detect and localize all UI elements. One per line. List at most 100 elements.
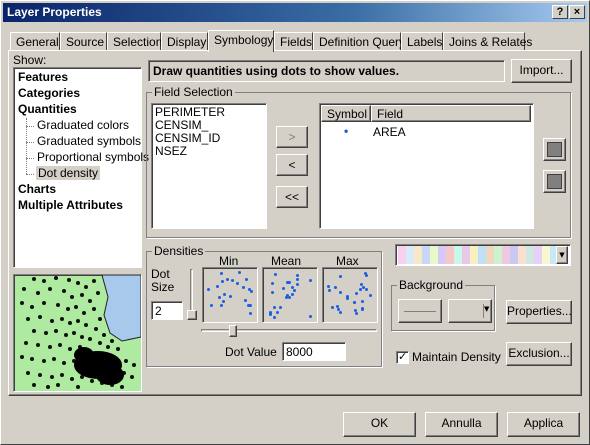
import-button[interactable]: Import... — [511, 59, 572, 83]
color-ramp-select[interactable]: ▼ — [395, 244, 571, 266]
field-name-cell: AREA — [373, 125, 406, 139]
dot-size-slider-handle[interactable] — [187, 310, 197, 320]
density-dot — [221, 280, 224, 283]
show-tree: Features Categories Quantities Graduated… — [13, 67, 149, 268]
density-dot — [245, 278, 248, 281]
table-row[interactable]: • AREA — [321, 124, 532, 140]
density-slider-handle[interactable] — [229, 325, 237, 337]
properties-button[interactable]: Properties... — [506, 300, 572, 324]
density-dot — [250, 290, 253, 293]
symbol-move-up-button[interactable] — [543, 138, 566, 161]
tree-multiple-attributes[interactable]: Multiple Attributes — [18, 198, 123, 212]
density-dot — [247, 304, 250, 307]
symbol-move-down-button[interactable] — [543, 170, 566, 193]
mean-label: Mean — [271, 254, 302, 268]
density-dot — [334, 286, 337, 289]
density-dot — [276, 311, 279, 314]
chevron-down-icon[interactable]: ▼ — [556, 246, 568, 264]
dot-symbol-icon[interactable]: • — [344, 124, 348, 138]
density-dot — [360, 283, 363, 286]
tree-graduated-colors[interactable]: Graduated colors — [37, 118, 129, 132]
min-label: Min — [219, 254, 239, 268]
density-dot — [339, 311, 342, 314]
tab-source[interactable]: Source — [60, 32, 107, 51]
tab-general[interactable]: General — [10, 32, 60, 51]
density-dot — [354, 309, 357, 312]
background-outline-button[interactable] — [398, 299, 442, 323]
description-box: Draw quantities using dots to show value… — [148, 60, 505, 82]
density-dot — [282, 287, 285, 290]
tab-symbology[interactable]: Symbology — [208, 30, 274, 52]
list-item[interactable]: NSEZ — [155, 144, 187, 158]
density-dot — [269, 313, 272, 316]
density-dot — [279, 306, 282, 309]
tree-features[interactable]: Features — [18, 70, 68, 84]
background-fill-select[interactable]: ▼ — [448, 299, 492, 323]
square-icon — [547, 174, 562, 189]
help-button[interactable]: ? — [552, 5, 568, 19]
dot-value-input[interactable]: 8000 — [282, 342, 346, 361]
density-dot — [271, 282, 274, 285]
list-item[interactable]: PERIMETER — [155, 105, 225, 119]
density-dot — [238, 271, 241, 274]
tab-fields[interactable]: Fields — [274, 32, 313, 51]
mean-density-preview[interactable] — [262, 267, 318, 323]
selected-fields-table[interactable]: Symbol Field • AREA — [319, 103, 534, 229]
dot-size-input[interactable]: 2 — [151, 301, 183, 320]
density-dot — [309, 315, 312, 318]
min-density-preview[interactable] — [202, 267, 258, 323]
density-dot — [359, 288, 362, 291]
density-dot — [223, 293, 226, 296]
list-item[interactable]: CENSIM_ID — [155, 131, 220, 145]
available-fields-list[interactable]: PERIMETER CENSIM_ CENSIM_ID NSEZ — [151, 103, 267, 229]
density-dot — [365, 274, 368, 277]
tab-labels[interactable]: Labels — [401, 32, 443, 51]
density-dot — [355, 292, 358, 295]
tree-charts[interactable]: Charts — [18, 182, 56, 196]
tab-display[interactable]: Display — [161, 32, 208, 51]
apply-button[interactable]: Applica — [507, 412, 580, 437]
background-label: Background — [397, 278, 466, 292]
density-dot — [296, 278, 299, 281]
tab-selection[interactable]: Selection — [107, 32, 162, 51]
tab-joins-relates[interactable]: Joins & Relates — [443, 32, 532, 51]
density-dot — [291, 286, 294, 289]
tree-graduated-symbols[interactable]: Graduated symbols — [37, 134, 141, 148]
add-field-button[interactable]: > — [276, 126, 308, 148]
density-dot — [365, 288, 368, 291]
tab-definition-query[interactable]: Definition Query — [313, 32, 405, 51]
column-header-symbol[interactable]: Symbol — [321, 105, 371, 122]
density-dot — [274, 273, 277, 276]
density-dot — [216, 285, 219, 288]
density-dot — [207, 288, 210, 291]
ok-button[interactable]: OK — [343, 412, 416, 437]
remove-all-fields-button[interactable]: << — [276, 186, 308, 208]
tree-line — [26, 158, 34, 159]
tree-quantities[interactable]: Quantities — [18, 102, 77, 116]
preview-map — [13, 274, 142, 392]
tree-proportional-symbols[interactable]: Proportional symbols — [37, 150, 149, 164]
density-dot — [331, 306, 334, 309]
tree-categories[interactable]: Categories — [18, 86, 80, 100]
density-dot — [229, 295, 232, 298]
max-density-preview[interactable] — [322, 267, 378, 323]
close-button[interactable]: × — [569, 5, 585, 19]
cancel-button[interactable]: Annulla — [425, 412, 498, 437]
density-dot — [353, 301, 356, 304]
density-dot — [242, 286, 245, 289]
tree-dot-density[interactable]: Dot density — [36, 166, 101, 180]
list-item[interactable]: CENSIM_ — [155, 118, 208, 132]
density-slider-track[interactable] — [201, 329, 377, 332]
title-bar: Layer Properties ? × — [3, 3, 587, 22]
column-header-field[interactable]: Field — [371, 105, 531, 122]
maintain-density-checkbox[interactable]: ✓ — [396, 350, 409, 364]
density-dot — [222, 300, 225, 303]
show-label: Show: — [13, 53, 47, 67]
density-dot — [361, 308, 364, 311]
remove-field-button[interactable]: < — [276, 154, 308, 176]
density-dot — [355, 312, 358, 315]
density-dot — [273, 306, 276, 309]
density-dot — [339, 291, 342, 294]
density-dot — [291, 293, 294, 296]
exclusion-button[interactable]: Exclusion... — [506, 342, 572, 366]
